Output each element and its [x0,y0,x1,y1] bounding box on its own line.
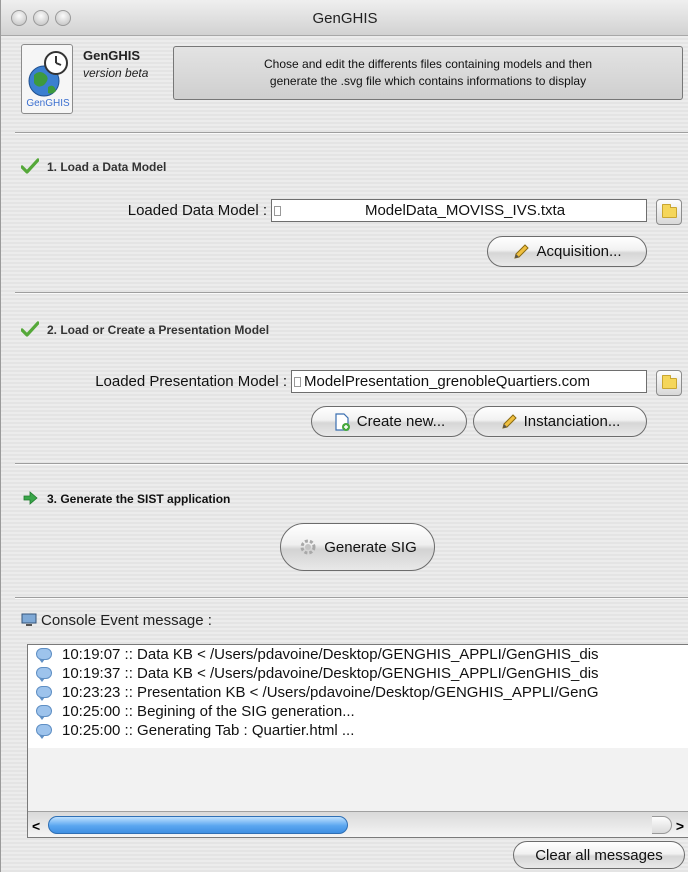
arrow-right-icon [23,491,38,505]
scrollbar-track-end [652,816,672,834]
console-title: Console Event message : [41,612,212,629]
console-message: 10:19:07 :: Data KB < /Users/pdavoine/De… [28,645,688,664]
message-bubble-icon [36,667,52,682]
console-message-text: 10:25:00 :: Begining of the SIG generati… [62,703,355,720]
app-name: GenGHIS [83,48,141,63]
console-message-text: 10:23:23 :: Presentation KB < /Users/pda… [62,684,599,701]
console-message-text: 10:19:07 :: Data KB < /Users/pdavoine/De… [62,646,599,663]
app-logo-label: GenGHIS [26,98,70,109]
app-version: version beta [83,66,149,80]
description-line-1: Chose and edit the differents files cont… [264,57,592,71]
presentation-model-label: Loaded Presentation Model : [95,373,287,390]
message-bubble-icon [36,705,52,720]
create-new-button[interactable]: Create new... [311,406,467,437]
console-message-text: 10:25:00 :: Generating Tab : Quartier.ht… [62,722,355,739]
scrollbar-thumb[interactable] [48,816,348,834]
instanciation-button[interactable]: Instanciation... [473,406,647,437]
separator [15,463,688,465]
browse-presentation-model-button[interactable] [656,370,682,396]
folder-icon [662,375,677,389]
clear-all-messages-button[interactable]: Clear all messages [513,841,685,869]
acquisition-button[interactable]: Acquisition... [487,236,647,267]
checkmark-icon [21,158,39,174]
step1-title: 1. Load a Data Model [47,160,167,174]
gear-icon [300,539,316,555]
description-box: Chose and edit the differents files cont… [173,46,683,100]
step2-title: 2. Load or Create a Presentation Model [47,323,270,337]
data-model-value: ModelData_MOVISS_IVS.txta [364,202,566,219]
message-bubble-icon [36,724,52,739]
data-model-label: Loaded Data Model : [127,202,267,219]
app-logo: GenGHIS [21,44,73,114]
console-message: 10:23:23 :: Presentation KB < /Users/pda… [28,683,688,702]
new-document-icon [335,412,350,431]
clear-all-messages-label: Clear all messages [535,846,663,864]
message-bubble-icon [36,648,52,663]
pencil-icon [514,243,530,259]
pencil-icon [501,413,517,429]
message-bubble-icon [36,686,52,701]
separator [15,132,688,134]
description-line-2: generate the .svg file which contains in… [269,74,587,88]
console-empty-area [28,748,688,811]
console-message: 10:19:37 :: Data KB < /Users/pdavoine/De… [28,664,688,683]
title-bar: GenGHIS [1,0,688,36]
presentation-model-value: ModelPresentation_grenobleQuartiers.com [304,373,590,390]
app-window: GenGHIS GenGHIS GenGHIS version beta Cho… [0,0,688,872]
document-icon [294,377,301,387]
separator [15,292,688,294]
scroll-left-arrow-icon[interactable]: < [32,818,40,834]
create-new-label: Create new... [356,413,446,430]
generate-sig-label: Generate SIG [324,538,417,556]
browse-data-model-button[interactable] [656,199,682,225]
scroll-right-arrow-icon[interactable]: > [676,818,684,834]
console-message-text: 10:19:37 :: Data KB < /Users/pdavoine/De… [62,665,599,682]
separator [15,597,688,599]
window-title: GenGHIS [312,10,378,27]
data-model-field[interactable]: ModelData_MOVISS_IVS.txta [271,199,647,222]
presentation-model-field[interactable]: ModelPresentation_grenobleQuartiers.com [291,370,647,393]
monitor-icon [21,613,37,626]
step3-title: 3. Generate the SIST application [47,492,231,506]
acquisition-label: Acquisition... [536,243,622,260]
checkmark-icon [21,321,39,337]
document-icon [274,206,281,216]
console-message: 10:25:00 :: Begining of the SIG generati… [28,702,688,721]
instanciation-label: Instanciation... [523,413,621,430]
console-message: 10:25:00 :: Generating Tab : Quartier.ht… [28,721,688,740]
console-message-list[interactable]: 10:19:07 :: Data KB < /Users/pdavoine/De… [28,645,688,748]
console-panel[interactable]: 10:19:07 :: Data KB < /Users/pdavoine/De… [27,644,688,838]
generate-sig-button[interactable]: Generate SIG [280,523,435,571]
horizontal-scrollbar[interactable]: < > [28,811,688,837]
folder-icon [662,204,677,218]
